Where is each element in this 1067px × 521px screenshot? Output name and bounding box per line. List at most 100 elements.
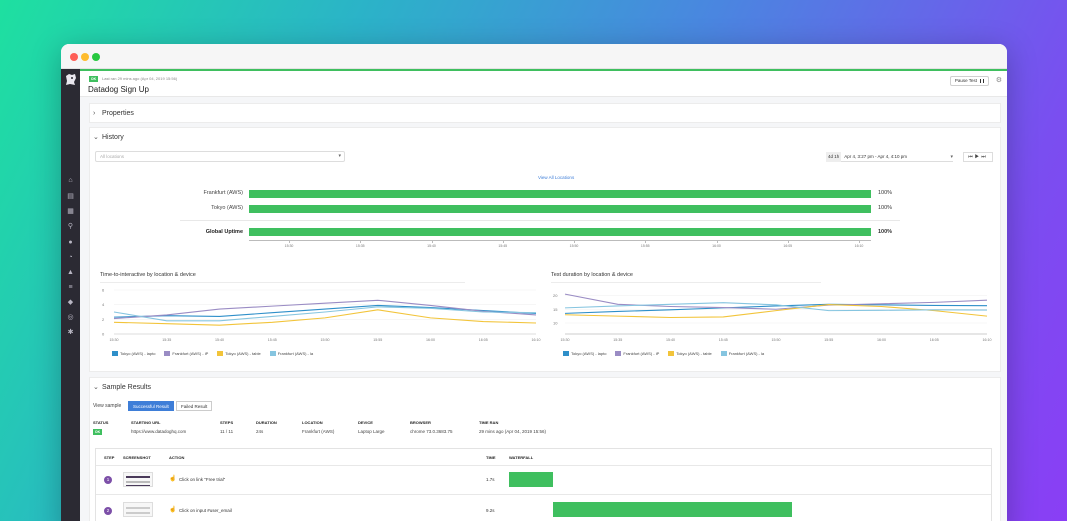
page-title: Datadog Sign Up: [88, 85, 149, 94]
table-header: WATERFALL: [509, 455, 534, 460]
time-range-text: Apr 4, 3:27 pm - Apr 4, 4:10 pm: [844, 154, 908, 159]
legend-item[interactable]: Tokyo (AWS) - table: [217, 351, 261, 356]
notebooks-icon[interactable]: ▲: [66, 269, 75, 276]
chart-legend: Tokyo (AWS) - lapto Frankfurt (AWS) - iP T…: [563, 351, 764, 356]
uptime-bar[interactable]: [249, 190, 871, 198]
step-action: Click on link "Free trial": [179, 477, 226, 482]
integrations-icon[interactable]: ⚲: [66, 223, 75, 230]
monitors-icon[interactable]: ●: [66, 239, 75, 246]
y-tick-label: 2: [102, 317, 105, 322]
history-toggle[interactable]: ⌄ History: [90, 128, 1000, 147]
pause-test-label: Pause Test: [954, 78, 977, 83]
legend-item[interactable]: Frankfurt (AWS) - iP: [615, 351, 659, 356]
series-line: [564, 293, 988, 310]
uptime-axis: [249, 240, 871, 241]
uptime-bar[interactable]: [249, 205, 871, 213]
legend-label: Tokyo (AWS) - lapto: [571, 351, 607, 356]
logs-icon[interactable]: ≡: [66, 284, 75, 291]
successful-result-tab[interactable]: Successful Result: [128, 401, 174, 411]
location-select[interactable]: All locations ▾: [95, 151, 345, 162]
fast-forward-icon[interactable]: ⏭: [981, 154, 988, 160]
column-header: LOCATION: [302, 420, 323, 425]
x-tick-label: 15:45: [268, 338, 277, 342]
steps-value: 11 / 11: [220, 429, 234, 434]
legend-item[interactable]: Frankfurt (AWS) - la: [720, 351, 764, 356]
step-action: Click on input #user_email: [179, 508, 232, 513]
x-tick-label: 16:00: [426, 338, 435, 342]
settings-icon[interactable]: ✱: [66, 329, 75, 336]
row-divider: [96, 465, 991, 466]
pause-test-button[interactable]: Pause Test: [949, 76, 989, 86]
tick-label: 15:30: [284, 244, 294, 248]
divider: [180, 220, 900, 221]
column-header: TIME RAN: [479, 420, 499, 425]
uptime-label: Tokyo (AWS): [211, 205, 243, 211]
legend-swatch: [269, 351, 276, 356]
row-divider: [96, 494, 991, 495]
tick-label: 16:05: [783, 244, 793, 248]
y-tick-label: 20: [553, 293, 558, 298]
security-icon[interactable]: ◆: [66, 299, 75, 306]
x-tick-label: 15:50: [772, 338, 781, 342]
x-tick-label: 15:35: [162, 338, 171, 342]
click-icon: ☝: [169, 507, 177, 513]
time-range-select[interactable]: 4d 1h Apr 4, 3:27 pm - Apr 4, 4:10 pm ▾: [826, 152, 953, 162]
tick-label: 16:00: [712, 244, 721, 248]
apm-icon[interactable]: ◔: [66, 254, 75, 261]
legend-label: Tokyo (AWS) - table: [225, 351, 261, 356]
chevron-down-icon: ⌄: [93, 384, 99, 391]
browser-window: ⌂ ▤ ▦ ⚲ ● ◔ ▲ ≡ ◆ ◎ ✱ OK Last ran 29 min…: [61, 44, 1007, 521]
home-icon[interactable]: ⌂: [66, 177, 75, 184]
global-uptime-value: 100%: [878, 229, 893, 235]
axis-tick: [431, 241, 433, 243]
global-uptime-bar[interactable]: [249, 228, 871, 236]
column-header: STARTING URL: [131, 420, 161, 425]
properties-panel: › Properties: [89, 103, 1001, 123]
legend-item[interactable]: Tokyo (AWS) - lapto: [112, 351, 155, 356]
legend-swatch: [217, 351, 224, 356]
sample-results-toggle[interactable]: ⌄ Sample Results: [90, 378, 1000, 397]
axis-tick: [289, 241, 290, 243]
gear-icon[interactable]: ⚙: [996, 76, 1002, 84]
axis-tick: [360, 241, 362, 243]
waterfall-bar[interactable]: [509, 472, 554, 487]
view-all-locations-link[interactable]: View All Locations: [538, 175, 574, 180]
browser-value: chrome 73.0.3683.75: [410, 429, 453, 434]
x-tick-label: 15:30: [561, 338, 570, 342]
location-value: Frankfurt (AWS): [302, 429, 335, 434]
failed-result-tab[interactable]: Failed Result: [176, 401, 213, 411]
test-duration-chart[interactable]: 20 15 10 15:30 15:35 15:40 15:45 15:50 15:55 16:0…: [551, 286, 992, 348]
x-tick-label: 16:05: [479, 338, 488, 342]
minimize-window-button[interactable]: [81, 53, 89, 61]
view-sample-label: View sample: [93, 403, 122, 409]
tick-label: 15:50: [569, 244, 579, 248]
starting-url-link[interactable]: https://www.datadoghq.com: [131, 429, 186, 434]
legend-swatch: [112, 351, 118, 356]
legend-item[interactable]: Tokyo (AWS) - table: [668, 351, 712, 356]
app-sidebar: ⌂ ▤ ▦ ⚲ ● ◔ ▲ ≡ ◆ ◎ ✱: [61, 69, 80, 521]
legend-swatch: [615, 351, 622, 356]
axis-tick: [502, 241, 504, 243]
infrastructure-icon[interactable]: ▦: [66, 208, 75, 215]
time-to-interactive-chart[interactable]: 6 4 2 0 15:30 15:35 15:40 15:45 15:50 15:55 16:00 1…: [100, 286, 541, 348]
step-number: 2: [104, 507, 112, 515]
legend-item[interactable]: Tokyo (AWS) - lapto: [563, 351, 606, 356]
synthetics-icon[interactable]: ◎: [66, 314, 75, 321]
close-window-button[interactable]: [70, 53, 78, 61]
properties-toggle[interactable]: › Properties: [90, 104, 1000, 123]
step-screenshot[interactable]: [123, 472, 153, 487]
dashboards-icon[interactable]: ▤: [66, 193, 75, 200]
maximize-window-button[interactable]: [92, 53, 100, 61]
status-badge: OK: [89, 76, 98, 82]
waterfall-bar[interactable]: [553, 502, 793, 517]
x-tick-label: 15:35: [613, 338, 622, 342]
chevron-down-icon: ⌄: [93, 134, 99, 141]
axis-tick: [859, 241, 860, 243]
tick-label: 15:40: [427, 244, 436, 248]
step-screenshot[interactable]: [123, 502, 153, 517]
time-ran-value: 29 mins ago (Apr 04, 2019 15:56): [479, 429, 547, 434]
legend-item[interactable]: Frankfurt (AWS) - iP: [164, 351, 208, 356]
legend-item[interactable]: Frankfurt (AWS) - la: [269, 351, 313, 356]
table-header: STEP: [104, 455, 115, 460]
datadog-logo-icon[interactable]: [64, 73, 77, 86]
